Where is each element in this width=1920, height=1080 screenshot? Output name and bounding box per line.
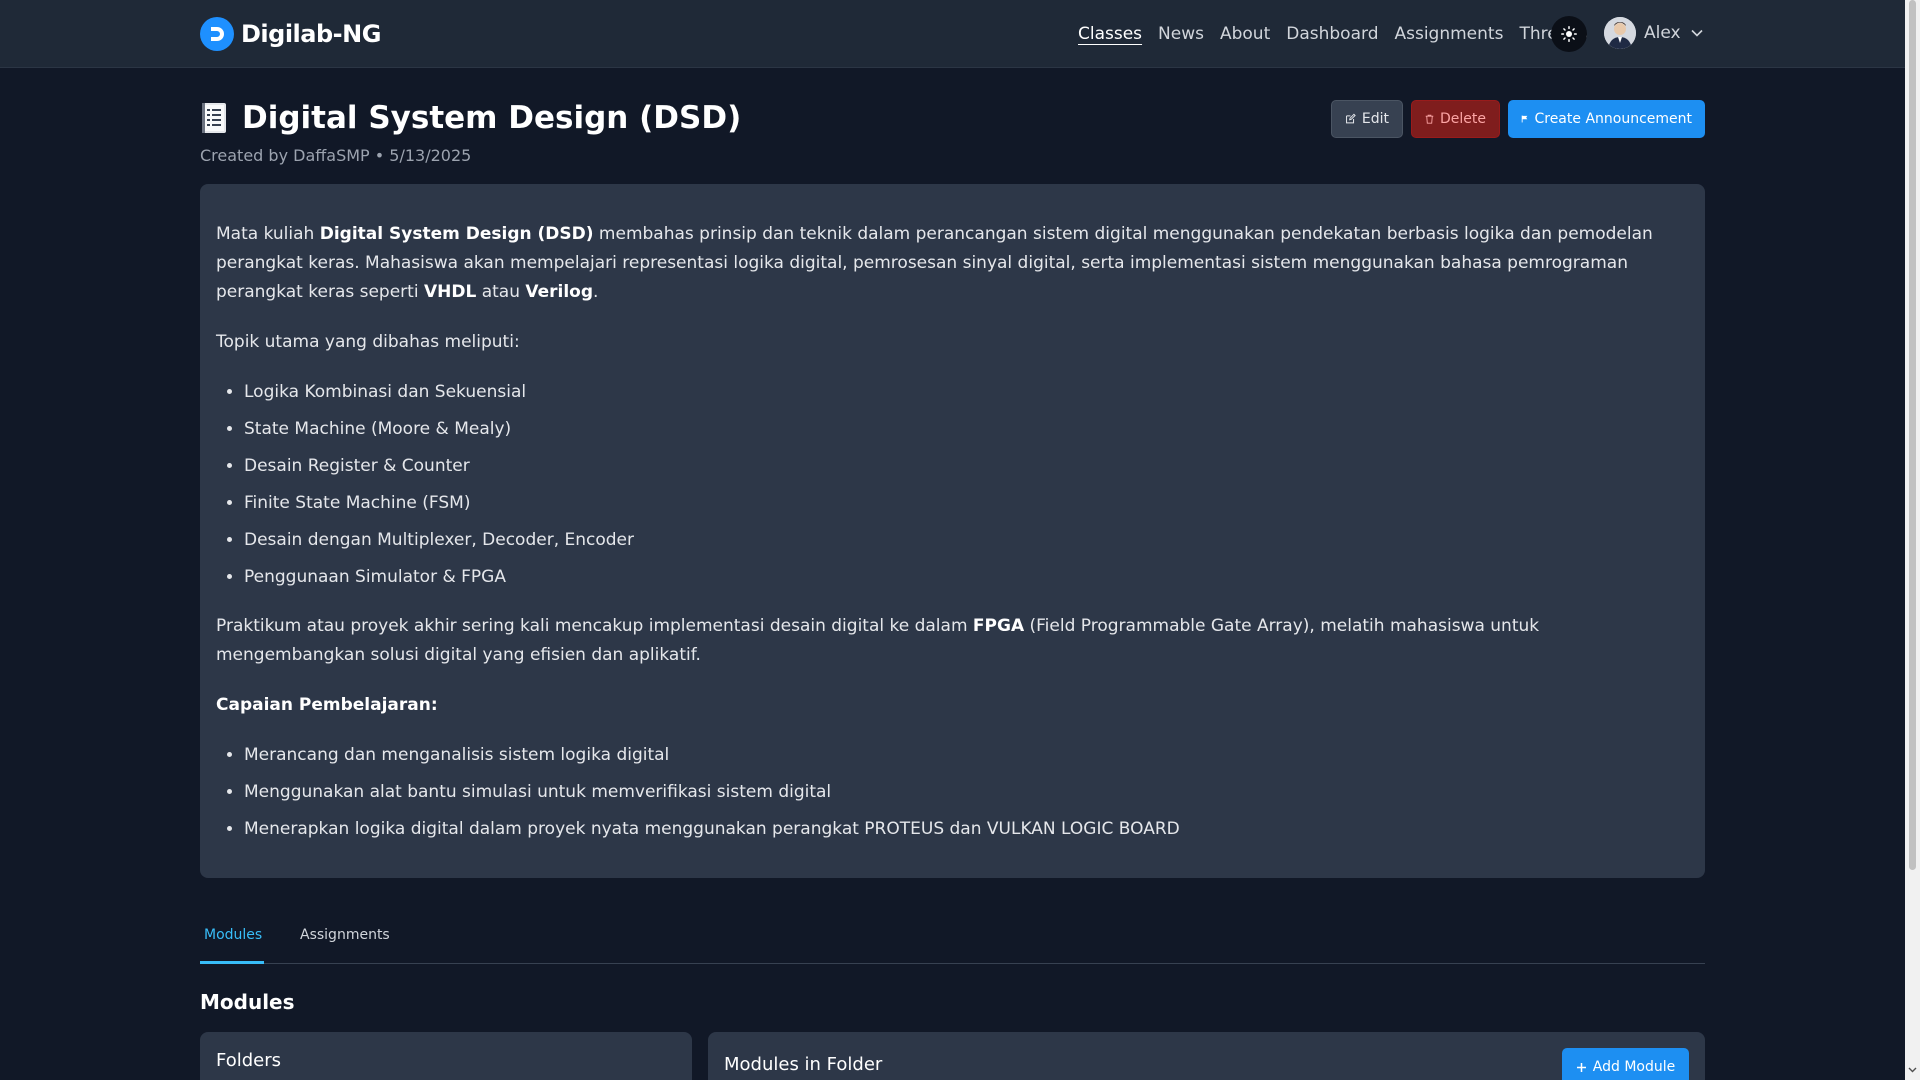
folders-title: Folders (216, 1050, 282, 1071)
folders-panel: Folders (200, 1032, 692, 1080)
topics-list: Logika Kombinasi dan Sekuensial State Ma… (216, 378, 1689, 592)
class-description-card: Mata kuliah Digital System Design (DSD) … (200, 184, 1705, 878)
avatar (1604, 17, 1636, 49)
nav-link-classes[interactable]: Classes (1078, 22, 1142, 46)
class-tabs: Modules Assignments (200, 922, 1705, 964)
chevron-down-icon (1691, 29, 1703, 37)
sun-icon (1561, 26, 1577, 42)
header-actions: Edit Delete Create Announcement (1331, 100, 1705, 138)
create-announcement-label: Create Announcement (1534, 111, 1692, 127)
nav-link-news[interactable]: News (1158, 22, 1204, 46)
user-name: Alex (1644, 23, 1681, 43)
list-item: Desain dengan Multiplexer, Decoder, Enco… (244, 526, 1689, 555)
modules-section-title: Modules (200, 990, 295, 1014)
list-item: Finite State Machine (FSM) (244, 489, 1689, 518)
topics-heading: Topik utama yang dibahas meliputi: (216, 332, 520, 352)
brand-name: Digilab-NG (241, 20, 381, 48)
scroll-down-icon[interactable] (1907, 1064, 1918, 1075)
nav-links: Classes News About Dashboard Assignments… (1078, 22, 1604, 46)
edit-icon (1346, 113, 1356, 124)
modules-in-folder-title: Modules in Folder (724, 1054, 883, 1075)
scrollbar-thumb[interactable] (1909, 0, 1916, 870)
top-navbar: Digilab-NG Classes News About Dashboard … (0, 0, 1905, 68)
tab-assignments[interactable]: Assignments (300, 927, 390, 943)
modules-in-folder-panel: Modules in Folder Add Module (708, 1032, 1705, 1080)
plus-icon (1576, 1062, 1586, 1072)
list-item: Penggunaan Simulator & FPGA (244, 563, 1689, 592)
add-module-label: Add Module (1592, 1059, 1676, 1075)
list-item: Merancang dan menganalisis sistem logika… (244, 741, 1689, 770)
document-icon (202, 103, 226, 133)
trash-icon (1425, 114, 1434, 124)
theme-toggle-button[interactable] (1551, 16, 1587, 52)
list-item: Menerapkan logika digital dalam proyek n… (244, 815, 1689, 844)
class-meta: Created by DaffaSMP • 5/13/2025 (200, 146, 472, 165)
nav-link-about[interactable]: About (1220, 22, 1270, 46)
description-intro: Mata kuliah Digital System Design (DSD) … (216, 224, 1653, 302)
list-item: State Machine (Moore & Mealy) (244, 415, 1689, 444)
list-item: Desain Register & Counter (244, 452, 1689, 481)
tab-modules[interactable]: Modules (204, 927, 262, 943)
outcomes-list: Merancang dan menganalisis sistem logika… (216, 741, 1689, 844)
logo-icon (200, 17, 234, 51)
edit-button[interactable]: Edit (1331, 100, 1403, 138)
list-item: Menggunakan alat bantu simulasi untuk me… (244, 778, 1689, 807)
description-praktikum: Praktikum atau proyek akhir sering kali … (216, 616, 1540, 665)
user-menu[interactable]: Alex (1604, 17, 1703, 49)
delete-button[interactable]: Delete (1411, 100, 1500, 138)
delete-button-label: Delete (1440, 111, 1486, 127)
brand[interactable]: Digilab-NG (200, 17, 381, 51)
nav-link-dashboard[interactable]: Dashboard (1286, 22, 1378, 46)
page-title: Digital System Design (DSD) (242, 100, 742, 136)
list-item: Logika Kombinasi dan Sekuensial (244, 378, 1689, 407)
add-module-button[interactable]: Add Module (1562, 1048, 1689, 1080)
flag-icon (1521, 115, 1528, 123)
outcomes-heading: Capaian Pembelajaran: (216, 695, 438, 715)
edit-button-label: Edit (1361, 111, 1389, 127)
page-header: Digital System Design (DSD) (200, 100, 741, 136)
nav-link-assignments[interactable]: Assignments (1394, 22, 1503, 46)
active-tab-indicator (200, 961, 264, 964)
create-announcement-button[interactable]: Create Announcement (1508, 100, 1705, 138)
